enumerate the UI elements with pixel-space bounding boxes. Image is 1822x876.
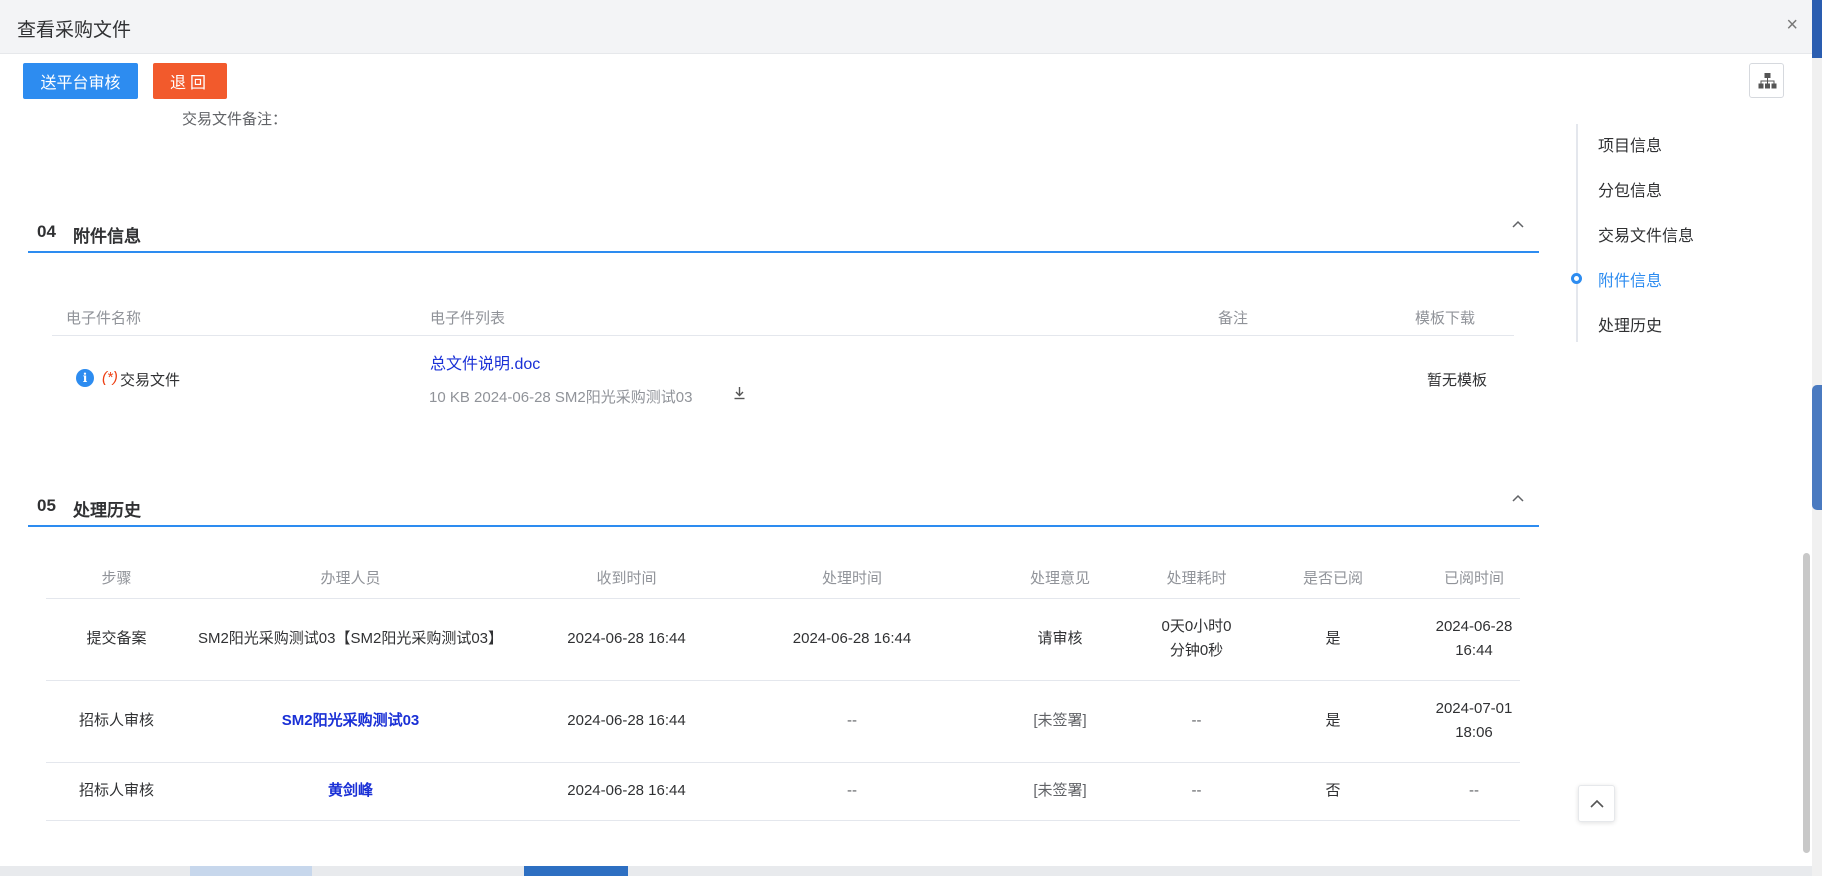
download-icon[interactable]: [733, 386, 746, 404]
column-header: 办理人员: [187, 558, 514, 599]
handler-cell: 黄剑峰: [187, 762, 514, 821]
read-time-cell: --: [1428, 762, 1520, 821]
anchor-item-trade-doc-info[interactable]: 交易文件信息: [1598, 222, 1694, 246]
column-header: 处理耗时: [1155, 558, 1238, 599]
read-time-cell: 2024-06-28 16:44: [1428, 598, 1520, 681]
table-row: 招标人审核 SM2阳光采购测试03 2024-06-28 16:44 -- [未…: [46, 680, 1520, 763]
column-header: 收到时间: [514, 558, 739, 599]
table-row: 招标人审核 黄剑峰 2024-06-28 16:44 -- [未签署] -- 否…: [46, 762, 1520, 821]
scrollbar-thumb[interactable]: [524, 866, 628, 876]
file-meta: 10 KB 2024-06-28 SM2阳光采购测试03: [429, 389, 693, 406]
column-header: 已阅时间: [1428, 558, 1520, 599]
column-header: 备注: [1218, 310, 1249, 327]
table-row: 提交备案 SM2阳光采购测试03【SM2阳光采购测试03】 2024-06-28…: [46, 598, 1520, 681]
history-table: 步骤 办理人员 收到时间 处理时间 处理意见 处理耗时 是否已阅 已阅时间 提交…: [46, 558, 1520, 821]
column-header: 是否已阅: [1238, 558, 1428, 599]
chevron-up-icon: [1590, 799, 1604, 808]
read-time-cell: 2024-07-01 18:06: [1428, 680, 1520, 763]
submit-review-button[interactable]: 送平台审核: [23, 63, 138, 99]
step-cell: 提交备案: [46, 598, 187, 681]
trade-doc-remark-label: 交易文件备注：: [182, 111, 288, 128]
return-button[interactable]: 退回: [153, 63, 227, 99]
step-cell: 招标人审核: [46, 680, 187, 763]
file-link[interactable]: 总文件说明.doc: [430, 350, 540, 374]
column-header: 步骤: [46, 558, 187, 599]
dialog-header: 查看采购文件 ×: [0, 0, 1812, 54]
close-icon[interactable]: ×: [1786, 13, 1798, 37]
step-cell: 招标人审核: [46, 762, 187, 821]
handler-cell: SM2阳光采购测试03【SM2阳光采购测试03】: [187, 598, 514, 681]
anchor-nav: 项目信息 分包信息 交易文件信息 附件信息 处理历史: [1571, 124, 1776, 342]
column-header: 电子件名称: [66, 310, 142, 327]
anchor-item-project-info[interactable]: 项目信息: [1598, 132, 1662, 156]
template-status: 暂无模板: [1427, 372, 1488, 389]
read-status-cell: 是: [1238, 680, 1428, 763]
back-to-top-button[interactable]: [1578, 785, 1615, 822]
column-header: 处理意见: [965, 558, 1155, 599]
opinion-cell: [未签署]: [965, 762, 1155, 821]
column-header: 模板下载: [1415, 310, 1476, 327]
duration-cell: --: [1155, 762, 1238, 821]
section-number: 04: [37, 222, 56, 241]
handler-link[interactable]: 黄剑峰: [328, 782, 373, 799]
processed-time-cell: 2024-06-28 16:44: [739, 598, 965, 681]
scrollbar[interactable]: [1803, 553, 1810, 853]
column-header: 电子件列表: [430, 310, 506, 327]
right-edge-strip: [1812, 0, 1822, 876]
side-tab[interactable]: [1812, 385, 1822, 510]
horizontal-scrollbar[interactable]: [0, 866, 1812, 876]
table-row: i (*) 交易文件 总文件说明.doc 10 KB 2024-06-28 SM…: [52, 336, 1514, 430]
read-status-cell: 是: [1238, 598, 1428, 681]
received-time-cell: 2024-06-28 16:44: [514, 680, 739, 763]
duration-cell: --: [1155, 680, 1238, 763]
processed-time-cell: --: [739, 680, 965, 763]
collapse-icon[interactable]: [1511, 492, 1525, 511]
attachments-section-header: 04 附件信息: [28, 208, 1539, 253]
org-tree-icon: [1758, 73, 1777, 89]
required-mark: (*): [102, 369, 118, 386]
opinion-cell: 请审核: [965, 598, 1155, 681]
opinion-cell: [未签署]: [965, 680, 1155, 763]
table-header: 电子件名称 电子件列表 备注 模板下载: [52, 300, 1514, 336]
anchor-item-history[interactable]: 处理历史: [1598, 312, 1662, 336]
section-title: 附件信息: [73, 227, 141, 246]
processed-time-cell: --: [739, 762, 965, 821]
duration-cell: 0天0小时0分钟0秒: [1155, 598, 1238, 681]
scrollbar-segment: [190, 866, 312, 876]
org-tree-button[interactable]: [1749, 63, 1784, 98]
info-icon[interactable]: i: [76, 369, 94, 387]
read-status-cell: 否: [1238, 762, 1428, 821]
history-section-header: 05 处理历史: [28, 482, 1539, 527]
received-time-cell: 2024-06-28 16:44: [514, 598, 739, 681]
table-header: 步骤 办理人员 收到时间 处理时间 处理意见 处理耗时 是否已阅 已阅时间: [46, 558, 1520, 599]
column-header: 处理时间: [739, 558, 965, 599]
received-time-cell: 2024-06-28 16:44: [514, 762, 739, 821]
edge-accent: [1812, 0, 1822, 58]
anchor-item-attachment-info[interactable]: 附件信息: [1598, 267, 1662, 291]
attachment-name: 交易文件: [120, 372, 181, 389]
dialog-title: 查看采购文件: [17, 20, 132, 41]
active-anchor-dot: [1571, 273, 1582, 284]
section-number: 05: [37, 496, 56, 515]
anchor-item-package-info[interactable]: 分包信息: [1598, 177, 1662, 201]
handler-link[interactable]: SM2阳光采购测试03: [282, 712, 420, 729]
section-title: 处理历史: [73, 501, 141, 520]
handler-cell: SM2阳光采购测试03: [187, 680, 514, 763]
attachments-table: 电子件名称 电子件列表 备注 模板下载 i (*) 交易文件 总文件说明.doc…: [52, 300, 1514, 430]
collapse-icon[interactable]: [1511, 218, 1525, 237]
